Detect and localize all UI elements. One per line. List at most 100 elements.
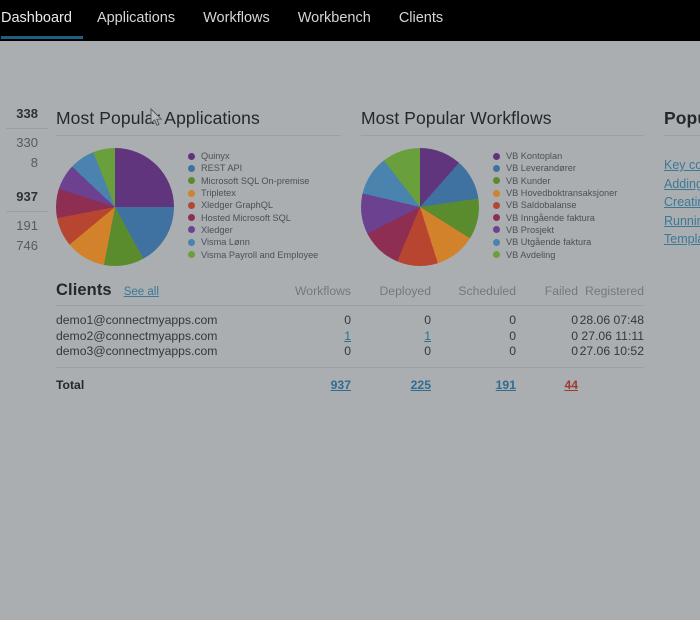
table-row: demo2@connectmyapps.com 1 1 0 0 27.06 11:11 [56,329,644,345]
legend-item-label: Tripletex [201,188,236,199]
applications-legend-item: Quinyx [188,150,318,162]
legend-color-swatch-icon [188,238,195,246]
legend-item-label: VB Leverandører [506,163,576,174]
legend-color-swatch-icon [188,214,195,222]
nav-item-clients[interactable]: Clients [385,0,457,26]
client-failed-cell: 0 [571,313,578,327]
nav-item-label: Applications [96,10,176,26]
workflows-chart-row: VB Kontoplan VB Leverandører VB Kunder VB H… [361,148,644,266]
popular-articles-panel: Popu Key conAddingCreatinRunninTempla [664,108,700,249]
legend-item-label: Xledger GraphQL [201,200,274,211]
workflows-legend-item: VB Hovedboktransaksjoner [493,187,617,199]
workflows-legend-item: VB Saldobalanse [493,199,617,211]
nav-item-list: Dashboard Applications Workflows Workben… [0,0,700,41]
top-navigation-bar: Dashboard Applications Workflows Workben… [0,0,700,41]
legend-item-label: VB Kunder [506,175,551,186]
legend-item-label: Visma Payroll and Employee [201,249,319,260]
legend-color-swatch-icon [493,177,500,185]
popular-article-link[interactable]: Runnin [664,212,700,231]
legend-item-label: VB Avdeling [506,249,556,260]
legend-color-swatch-icon [188,251,195,259]
total-deployed-cell[interactable]: 225 [351,367,431,393]
client-workflows-cell[interactable]: 1 [271,329,351,345]
applications-legend-item: Xledger GraphQL [188,199,318,211]
panel-title: Popu [664,108,700,128]
total-scheduled-cell[interactable]: 191 [431,367,516,393]
legend-item-label: REST API [201,163,243,174]
column-header-failed: Failed [544,284,578,298]
legend-color-swatch-icon [188,177,195,185]
column-header-workflows: Workflows [295,284,351,298]
workflows-legend-item: VB Kontoplan [493,150,617,162]
nav-item-applications[interactable]: Applications [83,0,189,26]
client-workflows-cell-link[interactable]: 1 [344,329,351,343]
total-workflows-cell[interactable]: 937 [271,367,351,393]
client-deployed-cell-link[interactable]: 1 [424,329,431,343]
panel-title: Most Popular Applications [56,108,260,128]
left-stat-value: 338 [16,106,38,121]
client-deployed-cell: 0 [424,344,431,359]
total-deployed-cell-link[interactable]: 225 [411,378,431,392]
workflows-legend-item: VB Kunder [493,175,617,187]
popular-article-link[interactable]: Creatin [664,193,700,212]
client-deployed-cell[interactable]: 1 [351,329,431,345]
legend-color-swatch-icon [188,152,195,160]
divider [6,211,48,212]
legend-color-swatch-icon [188,226,195,234]
legend-color-swatch-icon [493,164,500,172]
popular-article-link[interactable]: Key con [664,156,700,175]
client-registered-cell: 27.06 10:52 [579,344,644,359]
most-popular-applications-panel: Most Popular Applications Quinyx REST API… [56,108,341,266]
see-all-link[interactable]: See all [124,286,159,298]
clients-table-body: demo1@connectmyapps.com 0 0 0 0 28.06 07:48 de… [56,306,644,394]
legend-color-swatch-icon [188,201,195,209]
column-header-scheduled: Scheduled [458,284,516,298]
nav-item-label: Workbench [297,10,371,26]
nav-item-label: Workflows [203,10,270,26]
nav-item-workbench[interactable]: Workbench [284,0,385,26]
client-registered-cell: 28.06 07:48 [579,313,644,327]
divider [6,128,48,129]
legend-item-label: VB Saldobalanse [506,200,577,211]
table-row: demo1@connectmyapps.com 0 0 0 0 28.06 07:48 [56,306,644,329]
client-scheduled-cell: 0 [509,328,516,343]
legend-color-swatch-icon [493,152,500,160]
legend-color-swatch-icon [188,164,195,172]
popular-article-link[interactable]: Templa [664,230,700,249]
divider [664,135,700,136]
legend-item-label: Visma Lønn [201,237,250,248]
applications-legend-item: Microsoft SQL On-premise [188,175,318,187]
clients-table: Workflows Deployed Scheduled Failed Regi… [56,284,644,393]
workflows-legend-item: VB Avdeling [493,248,617,260]
client-email-cell: demo1@connectmyapps.com [56,313,218,327]
client-deployed-cell: 0 [424,313,431,327]
legend-item-label: Quinyx [201,151,230,162]
left-stat-value: 330 [16,135,38,150]
legend-item-label: Xledger [201,224,233,235]
client-failed-cell: 0 [571,328,578,343]
column-header-registered: Registered [585,284,644,298]
legend-item-label: VB Prosjekt [506,224,554,235]
nav-item-label: Dashboard [1,10,72,26]
legend-item-label: VB Inngående faktura [506,212,595,223]
client-workflows-cell: 0 [344,313,351,327]
total-scheduled-cell-link[interactable]: 191 [496,378,516,392]
client-email-cell: demo2@connectmyapps.com [56,328,218,343]
divider [361,135,644,136]
legend-item-label: VB Kontoplan [506,151,563,162]
client-email-cell: demo3@connectmyapps.com [56,344,218,359]
table-total-row: Total 937 225 191 44 [56,367,644,393]
panel-title: Most Popular Workflows [361,108,552,128]
nav-item-dashboard[interactable]: Dashboard [0,0,83,39]
total-workflows-cell-link[interactable]: 937 [331,378,351,392]
applications-legend-item: Tripletex [188,187,318,199]
applications-legend-item: REST API [188,162,318,174]
applications-legend-item: Visma Payroll and Employee [188,248,318,260]
page-title: Clients [56,281,112,299]
popular-article-link-list: Key conAddingCreatinRunninTempla [664,156,700,249]
total-failed-cell[interactable]: 44 [516,367,578,393]
left-stat-value: 937 [16,189,38,204]
nav-item-workflows[interactable]: Workflows [189,0,284,26]
total-failed-cell-link[interactable]: 44 [564,378,578,392]
popular-article-link[interactable]: Adding [664,175,700,194]
